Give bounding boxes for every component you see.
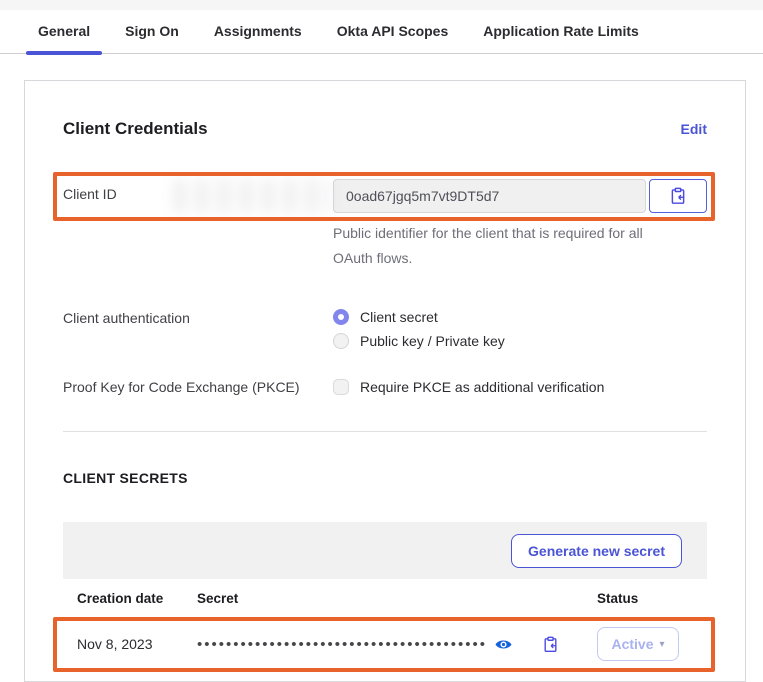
- client-id-label: Client ID: [63, 179, 333, 202]
- pkce-checkbox-option[interactable]: Require PKCE as additional verification: [333, 379, 707, 395]
- client-secrets-table: Creation date Secret Status Nov 8, 2023 …: [63, 579, 707, 669]
- client-secrets-toolbar: Generate new secret: [63, 522, 707, 579]
- client-secrets-title: CLIENT SECRETS: [63, 470, 707, 486]
- client-credentials-header: Client Credentials Edit: [63, 119, 707, 139]
- tab-application-rate-limits[interactable]: Application Rate Limits: [471, 23, 651, 53]
- status-badge: Active: [611, 636, 653, 652]
- pkce-row: Proof Key for Code Exchange (PKCE) Requi…: [63, 379, 707, 395]
- status-dropdown-button[interactable]: Active ▾: [597, 627, 679, 661]
- clipboard-copy-icon: [669, 187, 687, 205]
- help-spacer: [63, 221, 333, 229]
- generate-new-secret-button[interactable]: Generate new secret: [511, 534, 682, 568]
- reveal-secret-button[interactable]: [495, 638, 512, 651]
- client-credentials-title: Client Credentials: [63, 119, 208, 139]
- pkce-checkbox-label: Require PKCE as additional verification: [360, 379, 604, 395]
- tab-sign-on[interactable]: Sign On: [113, 23, 191, 53]
- client-authentication-label: Client authentication: [63, 309, 333, 326]
- section-divider: [63, 431, 707, 432]
- header-secret: Secret: [197, 591, 597, 606]
- client-authentication-row: Client authentication Client secret Publ…: [63, 309, 707, 349]
- pkce-label: Proof Key for Code Exchange (PKCE): [63, 379, 333, 395]
- header-creation-date: Creation date: [77, 591, 197, 606]
- tab-okta-api-scopes[interactable]: Okta API Scopes: [325, 23, 461, 53]
- copy-client-id-button[interactable]: [649, 179, 707, 213]
- client-id-help-row: Public identifier for the client that is…: [63, 221, 707, 271]
- radio-public-private-key-label: Public key / Private key: [360, 333, 505, 349]
- app-tabbar: General Sign On Assignments Okta API Sco…: [0, 10, 763, 54]
- client-id-input[interactable]: [333, 179, 646, 213]
- client-id-row: Client ID: [63, 179, 707, 213]
- top-strip: [0, 0, 763, 10]
- tab-assignments[interactable]: Assignments: [202, 23, 314, 53]
- radio-unselected-icon[interactable]: [333, 333, 349, 349]
- edit-link[interactable]: Edit: [681, 121, 707, 137]
- secret-creation-date: Nov 8, 2023: [77, 636, 197, 652]
- client-id-control: [333, 179, 707, 213]
- eye-icon: [495, 638, 512, 651]
- radio-client-secret[interactable]: Client secret: [333, 309, 707, 325]
- header-status: Status: [597, 591, 693, 606]
- table-header-row: Creation date Secret Status: [63, 579, 707, 619]
- masked-secret-value: ••••••••••••••••••••••••••••••••••••••••: [197, 637, 487, 652]
- table-row: Nov 8, 2023 ••••••••••••••••••••••••••••…: [63, 619, 707, 669]
- radio-public-private-key[interactable]: Public key / Private key: [333, 333, 707, 349]
- caret-down-icon: ▾: [660, 639, 665, 650]
- clipboard-copy-icon: [542, 636, 559, 653]
- client-id-help-text: Public identifier for the client that is…: [333, 221, 663, 271]
- tab-general[interactable]: General: [26, 23, 102, 53]
- general-settings-card: Client Credentials Edit Client ID: [24, 80, 746, 682]
- radio-selected-icon[interactable]: [333, 309, 349, 325]
- radio-client-secret-label: Client secret: [360, 309, 438, 325]
- checkbox-unchecked-icon[interactable]: [333, 379, 349, 395]
- copy-secret-button[interactable]: [542, 636, 559, 653]
